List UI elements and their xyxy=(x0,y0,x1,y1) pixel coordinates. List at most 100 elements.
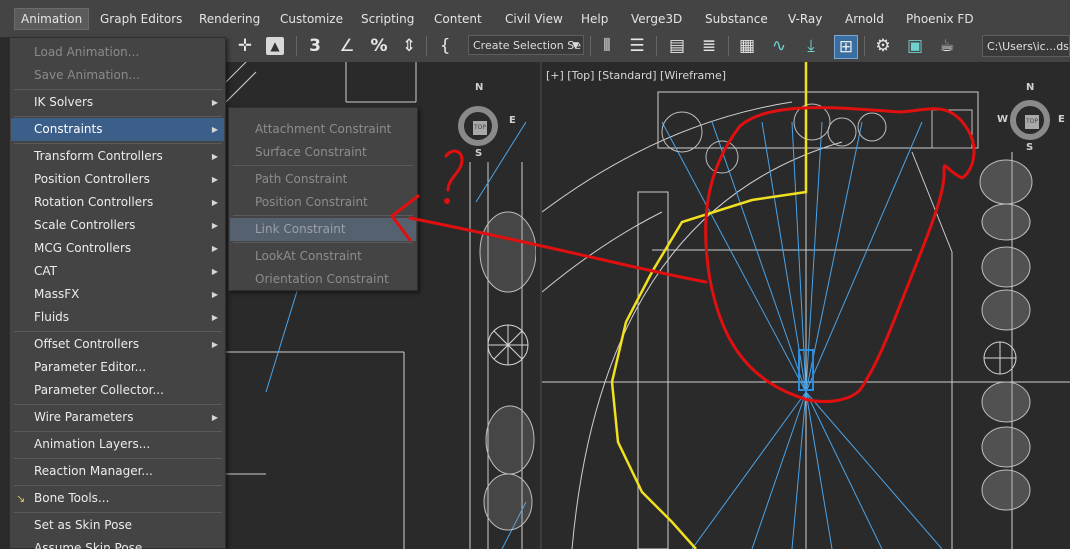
menu-item-cat[interactable]: CAT ▶ xyxy=(11,260,224,283)
percent-snap-icon[interactable]: % xyxy=(368,35,390,57)
submenu-arrow-icon: ▶ xyxy=(211,221,218,230)
named-selection-set-dropdown[interactable]: Create Selection Se ▼ xyxy=(468,35,584,55)
menu-item-position-controllers[interactable]: Position Controllers ▶ xyxy=(11,168,224,191)
layer-explorer-icon[interactable]: ≣ xyxy=(698,35,720,57)
toolbar-separator xyxy=(426,36,427,56)
toolbar-separator xyxy=(728,36,729,56)
main-toolbar: ✛ ▲ 3 ∠ % ⇕ { Create Selection Se ▼ ⫴ ☰ … xyxy=(226,30,1070,63)
viewcube[interactable]: TOP xyxy=(458,106,498,146)
menu-item-label: MassFX xyxy=(34,287,80,301)
schematic-view-icon[interactable]: ⊞ xyxy=(834,35,858,59)
submenu-item-lookat-constraint[interactable]: LookAt Constraint xyxy=(230,245,416,268)
submenu-arrow-icon: ▶ xyxy=(211,340,218,349)
menu-help[interactable]: Help xyxy=(575,9,614,29)
submenu-item-orientation-constraint[interactable]: Orientation Constraint xyxy=(230,268,416,291)
menu-phoenix-fd[interactable]: Phoenix FD xyxy=(900,9,980,29)
compass-west: W xyxy=(997,114,1009,125)
menu-graph-editors[interactable]: Graph Editors xyxy=(94,9,188,29)
mirror-icon[interactable]: ⫴ xyxy=(596,35,618,57)
menu-separator xyxy=(14,331,222,332)
menu-item-label: IK Solvers xyxy=(34,95,94,109)
menu-item-reaction-manager[interactable]: Reaction Manager... xyxy=(11,460,224,483)
submenu-arrow-icon: ▶ xyxy=(211,152,218,161)
submenu-item-path-constraint[interactable]: Path Constraint xyxy=(230,168,416,191)
viewport-label[interactable]: [+] [Top] [Standard] [Wireframe] xyxy=(546,69,726,82)
viewcube-face[interactable]: TOP xyxy=(473,121,487,135)
menu-item-load-animation[interactable]: Load Animation... xyxy=(11,41,224,64)
menu-item-label: Scale Controllers xyxy=(34,218,136,232)
menu-item-set-as-skin-pose[interactable]: Set as Skin Pose xyxy=(11,514,224,537)
menu-item-label: CAT xyxy=(34,264,57,278)
submenu-separator xyxy=(233,165,413,166)
menu-item-label: Rotation Controllers xyxy=(34,195,154,209)
menu-separator xyxy=(14,404,222,405)
compass-south: S xyxy=(475,148,483,159)
menu-item-animation-layers[interactable]: Animation Layers... xyxy=(11,433,224,456)
submenu-arrow-icon: ▶ xyxy=(211,244,218,253)
spinner-snap-icon[interactable]: ⇕ xyxy=(398,35,420,57)
teapot-icon[interactable]: ☕ xyxy=(936,35,958,57)
menu-separator xyxy=(14,89,222,90)
viewport-top[interactable]: [+] [Top] [Standard] [Wireframe] TOP N S… xyxy=(540,62,1070,549)
menu-item-bone-tools[interactable]: ↘ Bone Tools... xyxy=(11,487,224,510)
scene-explorer-icon[interactable]: ▤ xyxy=(666,35,688,57)
menu-separator xyxy=(14,512,222,513)
menu-item-ik-solvers[interactable]: IK Solvers ▶ xyxy=(11,91,224,114)
render-frame-icon[interactable]: ▣ xyxy=(904,35,926,57)
submenu-item-link-constraint[interactable]: Link Constraint xyxy=(230,218,416,241)
render-setup-icon[interactable]: ⚙ xyxy=(872,35,894,57)
menu-scripting[interactable]: Scripting xyxy=(355,9,420,29)
dope-sheet-icon[interactable]: ⤓ xyxy=(800,35,822,57)
menu-item-label: Constraints xyxy=(34,122,103,136)
menu-item-transform-controllers[interactable]: Transform Controllers ▶ xyxy=(11,145,224,168)
viewcube[interactable]: TOP xyxy=(1010,100,1050,140)
align-icon[interactable]: ☰ xyxy=(626,35,648,57)
submenu-arrow-icon: ▶ xyxy=(211,290,218,299)
menu-item-scale-controllers[interactable]: Scale Controllers ▶ xyxy=(11,214,224,237)
menu-separator xyxy=(14,116,222,117)
submenu-item-position-constraint[interactable]: Position Constraint xyxy=(230,191,416,214)
menu-substance[interactable]: Substance xyxy=(699,9,774,29)
menu-item-parameter-collector[interactable]: Parameter Collector... xyxy=(11,379,224,402)
menu-arnold[interactable]: Arnold xyxy=(839,9,890,29)
viewcube-face[interactable]: TOP xyxy=(1025,115,1039,129)
menu-item-fluids[interactable]: Fluids ▶ xyxy=(11,306,224,329)
menu-rendering[interactable]: Rendering xyxy=(193,9,266,29)
menu-animation[interactable]: Animation xyxy=(14,8,90,30)
submenu-arrow-icon: ▶ xyxy=(211,175,218,184)
menu-customize[interactable]: Customize xyxy=(274,9,349,29)
menu-content[interactable]: Content xyxy=(428,9,488,29)
menu-item-label: MCG Controllers xyxy=(34,241,132,255)
menu-vray[interactable]: V-Ray xyxy=(782,9,828,29)
toolbar-separator xyxy=(296,36,297,56)
select-icon[interactable]: ▲ xyxy=(266,37,284,55)
menu-item-massfx[interactable]: MassFX ▶ xyxy=(11,283,224,306)
submenu-item-surface-constraint[interactable]: Surface Constraint xyxy=(230,141,416,164)
ribbon-icon[interactable]: ▦ xyxy=(736,35,758,57)
menu-item-label: Transform Controllers xyxy=(34,149,163,163)
curve-editor-icon[interactable]: ∿ xyxy=(768,35,790,57)
submenu-arrow-icon: ▶ xyxy=(211,198,218,207)
menu-item-save-animation[interactable]: Save Animation... xyxy=(11,64,224,87)
menu-civil-view[interactable]: Civil View xyxy=(499,9,569,29)
menu-item-parameter-editor[interactable]: Parameter Editor... xyxy=(11,356,224,379)
submenu-item-attachment-constraint[interactable]: Attachment Constraint xyxy=(230,118,416,141)
submenu-arrow-icon: ▶ xyxy=(211,413,218,422)
menu-separator xyxy=(14,458,222,459)
menu-item-rotation-controllers[interactable]: Rotation Controllers ▶ xyxy=(11,191,224,214)
constraints-submenu: Attachment Constraint Surface Constraint… xyxy=(228,107,418,291)
menu-item-mcg-controllers[interactable]: MCG Controllers ▶ xyxy=(11,237,224,260)
menu-verge3d[interactable]: Verge3D xyxy=(625,9,688,29)
edit-named-selection-icon[interactable]: { xyxy=(434,35,456,57)
compass-north: N xyxy=(1026,82,1035,93)
menu-item-offset-controllers[interactable]: Offset Controllers ▶ xyxy=(11,333,224,356)
submenu-arrow-icon: ▶ xyxy=(211,267,218,276)
project-path-field[interactable]: C:\Users\ic...ds M xyxy=(982,35,1070,57)
angle-snap-icon[interactable]: ∠ xyxy=(336,35,358,57)
submenu-arrow-icon: ▶ xyxy=(211,98,218,107)
menu-item-constraints[interactable]: Constraints ▶ xyxy=(11,118,224,141)
move-icon[interactable]: ✛ xyxy=(234,35,256,57)
menu-item-assume-skin-pose[interactable]: Assume Skin Pose xyxy=(11,537,224,549)
snap-3d-icon[interactable]: 3 xyxy=(304,35,326,57)
menu-item-wire-parameters[interactable]: Wire Parameters ▶ xyxy=(11,406,224,429)
